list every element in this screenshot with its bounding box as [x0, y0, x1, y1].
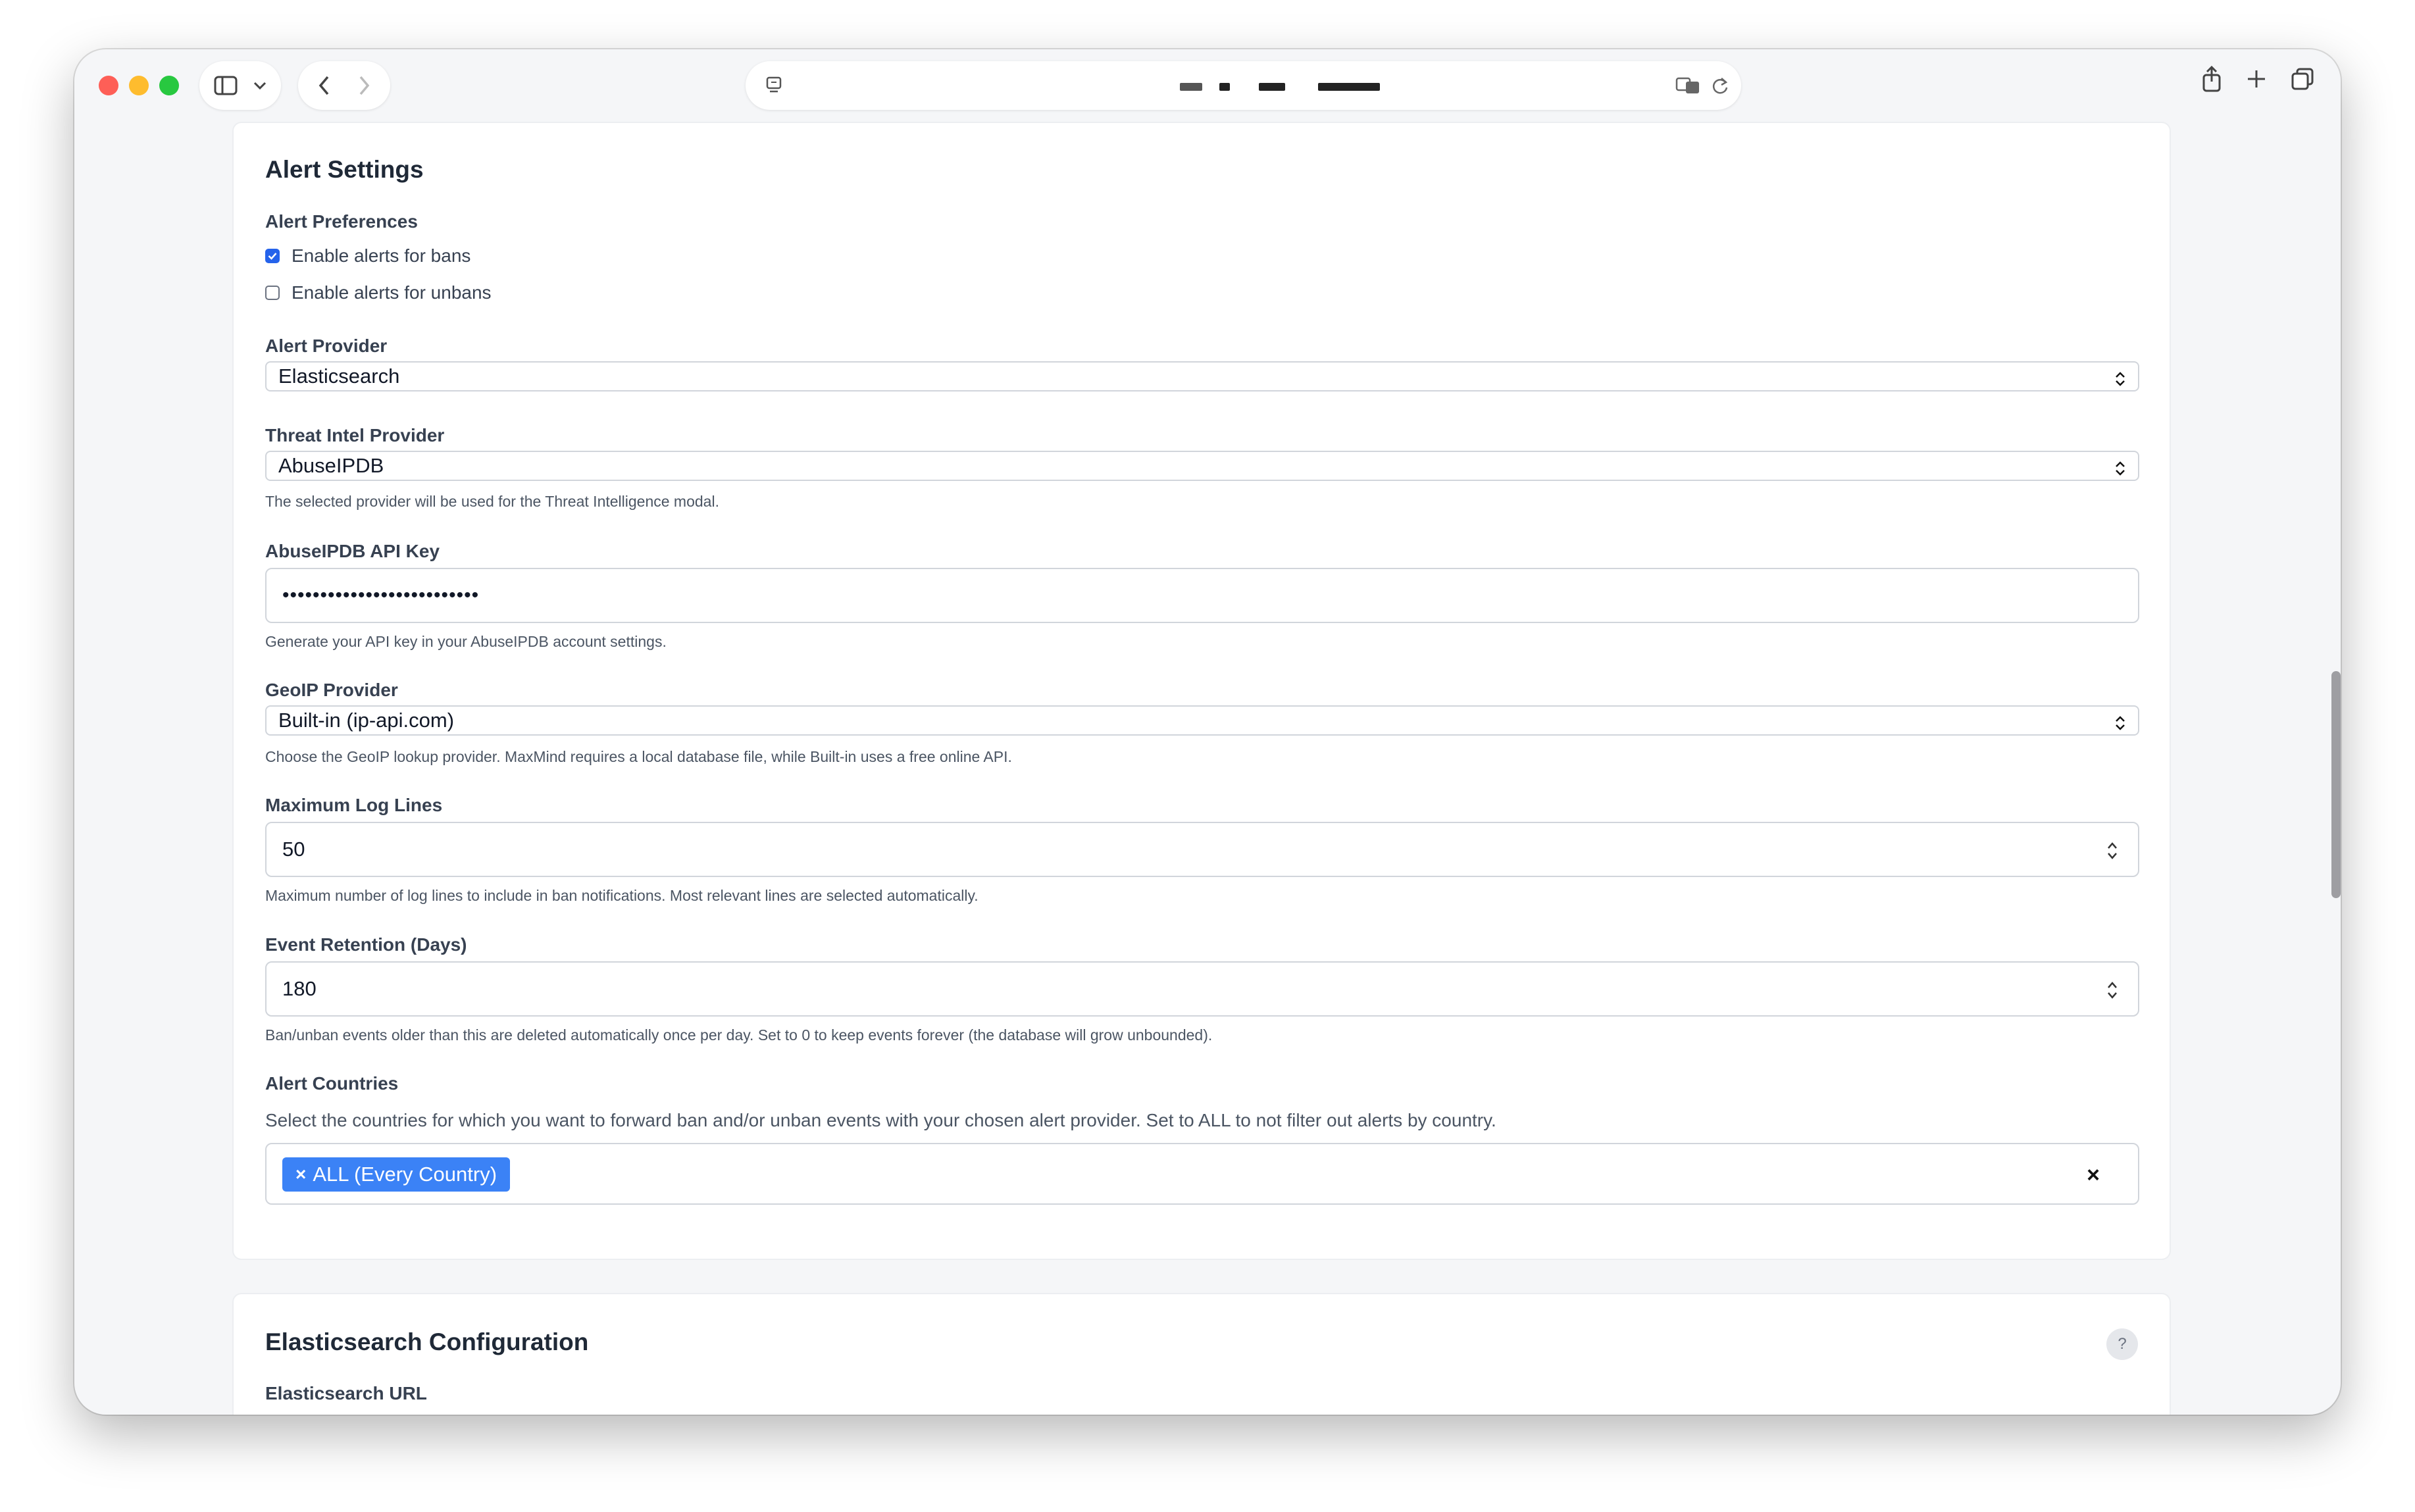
max-log-lines-value: 50 [282, 838, 305, 861]
country-tag-label: ALL (Every Country) [313, 1163, 497, 1186]
alert-settings-card: Alert Settings Alert Preferences Enable … [232, 122, 2171, 1260]
select-chevron-icon [2114, 713, 2126, 737]
api-key-masked-value: •••••••••••••••••••••••••• [282, 584, 480, 606]
number-stepper-icon[interactable] [2106, 840, 2118, 867]
sidebar-icon[interactable] [214, 76, 238, 95]
alert-countries-multiselect[interactable]: × ALL (Every Country) × [265, 1143, 2139, 1205]
address-bar[interactable] [746, 61, 1741, 110]
alert-provider-value: Elasticsearch [278, 365, 400, 388]
threat-intel-select[interactable]: AbuseIPDB [265, 451, 2139, 481]
threat-intel-value: AbuseIPDB [278, 454, 384, 477]
reload-icon[interactable] [1711, 76, 1729, 95]
alert-provider-label: Alert Provider [265, 336, 388, 356]
max-log-lines-label: Maximum Log Lines [265, 795, 443, 815]
event-retention-label: Event Retention (Days) [265, 934, 467, 955]
enable-unbans-label: Enable alerts for unbans [292, 282, 492, 303]
clear-all-icon[interactable]: × [2087, 1163, 2100, 1188]
url-redacted [1180, 83, 1202, 91]
max-log-lines-input[interactable]: 50 [265, 822, 2139, 877]
tag-remove-icon[interactable]: × [295, 1164, 306, 1185]
api-key-label: AbuseIPDB API Key [265, 541, 440, 561]
help-button[interactable]: ? [2106, 1328, 2138, 1360]
plus-icon[interactable] [2246, 68, 2267, 89]
geoip-label: GeoIP Provider [265, 680, 398, 700]
url-redacted [1219, 83, 1230, 91]
api-key-help: Generate your API key in your AbuseIPDB … [265, 633, 667, 650]
url-redacted [1259, 83, 1285, 91]
alert-preferences-label: Alert Preferences [265, 211, 418, 232]
event-retention-help: Ban/unban events older than this are del… [265, 1026, 1213, 1044]
share-icon[interactable] [2201, 66, 2222, 92]
chevron-down-icon[interactable] [253, 80, 267, 91]
page-menu-icon[interactable] [765, 76, 782, 95]
select-chevron-icon [2114, 459, 2126, 482]
max-log-lines-help: Maximum number of log lines to include i… [265, 887, 979, 904]
api-key-input[interactable]: •••••••••••••••••••••••••• [265, 568, 2139, 623]
browser-toolbar [74, 49, 2341, 122]
enable-unbans-checkbox-row[interactable]: Enable alerts for unbans [265, 282, 492, 303]
section-title: Alert Settings [265, 156, 424, 183]
page-scrollbar[interactable] [2331, 671, 2341, 898]
event-retention-input[interactable]: 180 [265, 961, 2139, 1017]
geoip-select[interactable]: Built-in (ip-api.com) [265, 705, 2139, 736]
url-redacted [1318, 83, 1380, 91]
geoip-value: Built-in (ip-api.com) [278, 709, 455, 732]
enable-unbans-checkbox[interactable] [265, 286, 280, 300]
country-tag: × ALL (Every Country) [282, 1157, 511, 1192]
threat-intel-help: The selected provider will be used for t… [265, 493, 719, 510]
threat-intel-label: Threat Intel Provider [265, 425, 445, 445]
minimize-window-button[interactable] [129, 76, 149, 95]
select-chevron-icon [2114, 369, 2126, 393]
section-title: Elasticsearch Configuration [265, 1328, 589, 1355]
tabs-overview-icon[interactable] [2291, 67, 2314, 91]
alert-provider-select[interactable]: Elasticsearch [265, 361, 2139, 391]
browser-window: Alert Settings Alert Preferences Enable … [74, 49, 2341, 1415]
zoom-window-button[interactable] [159, 76, 179, 95]
elasticsearch-url-label: Elasticsearch URL [265, 1383, 427, 1403]
alert-countries-label: Alert Countries [265, 1073, 399, 1094]
enable-bans-checkbox-row[interactable]: Enable alerts for bans [265, 245, 470, 266]
navigation-group [298, 61, 390, 110]
alert-countries-description: Select the countries for which you want … [265, 1110, 1496, 1130]
close-window-button[interactable] [99, 76, 118, 95]
translate-icon[interactable] [1675, 76, 1702, 95]
number-stepper-icon[interactable] [2106, 980, 2118, 1006]
event-retention-value: 180 [282, 977, 317, 1000]
sidebar-toggle-group [199, 61, 281, 110]
chevron-left-icon[interactable] [317, 75, 332, 96]
chevron-right-icon[interactable] [357, 75, 371, 96]
enable-bans-checkbox[interactable] [265, 249, 280, 263]
toolbar-actions [2201, 66, 2314, 92]
geoip-help: Choose the GeoIP lookup provider. MaxMin… [265, 748, 1012, 765]
enable-bans-label: Enable alerts for bans [292, 245, 471, 266]
elasticsearch-config-card: Elasticsearch Configuration ? Elasticsea… [232, 1293, 2171, 1415]
